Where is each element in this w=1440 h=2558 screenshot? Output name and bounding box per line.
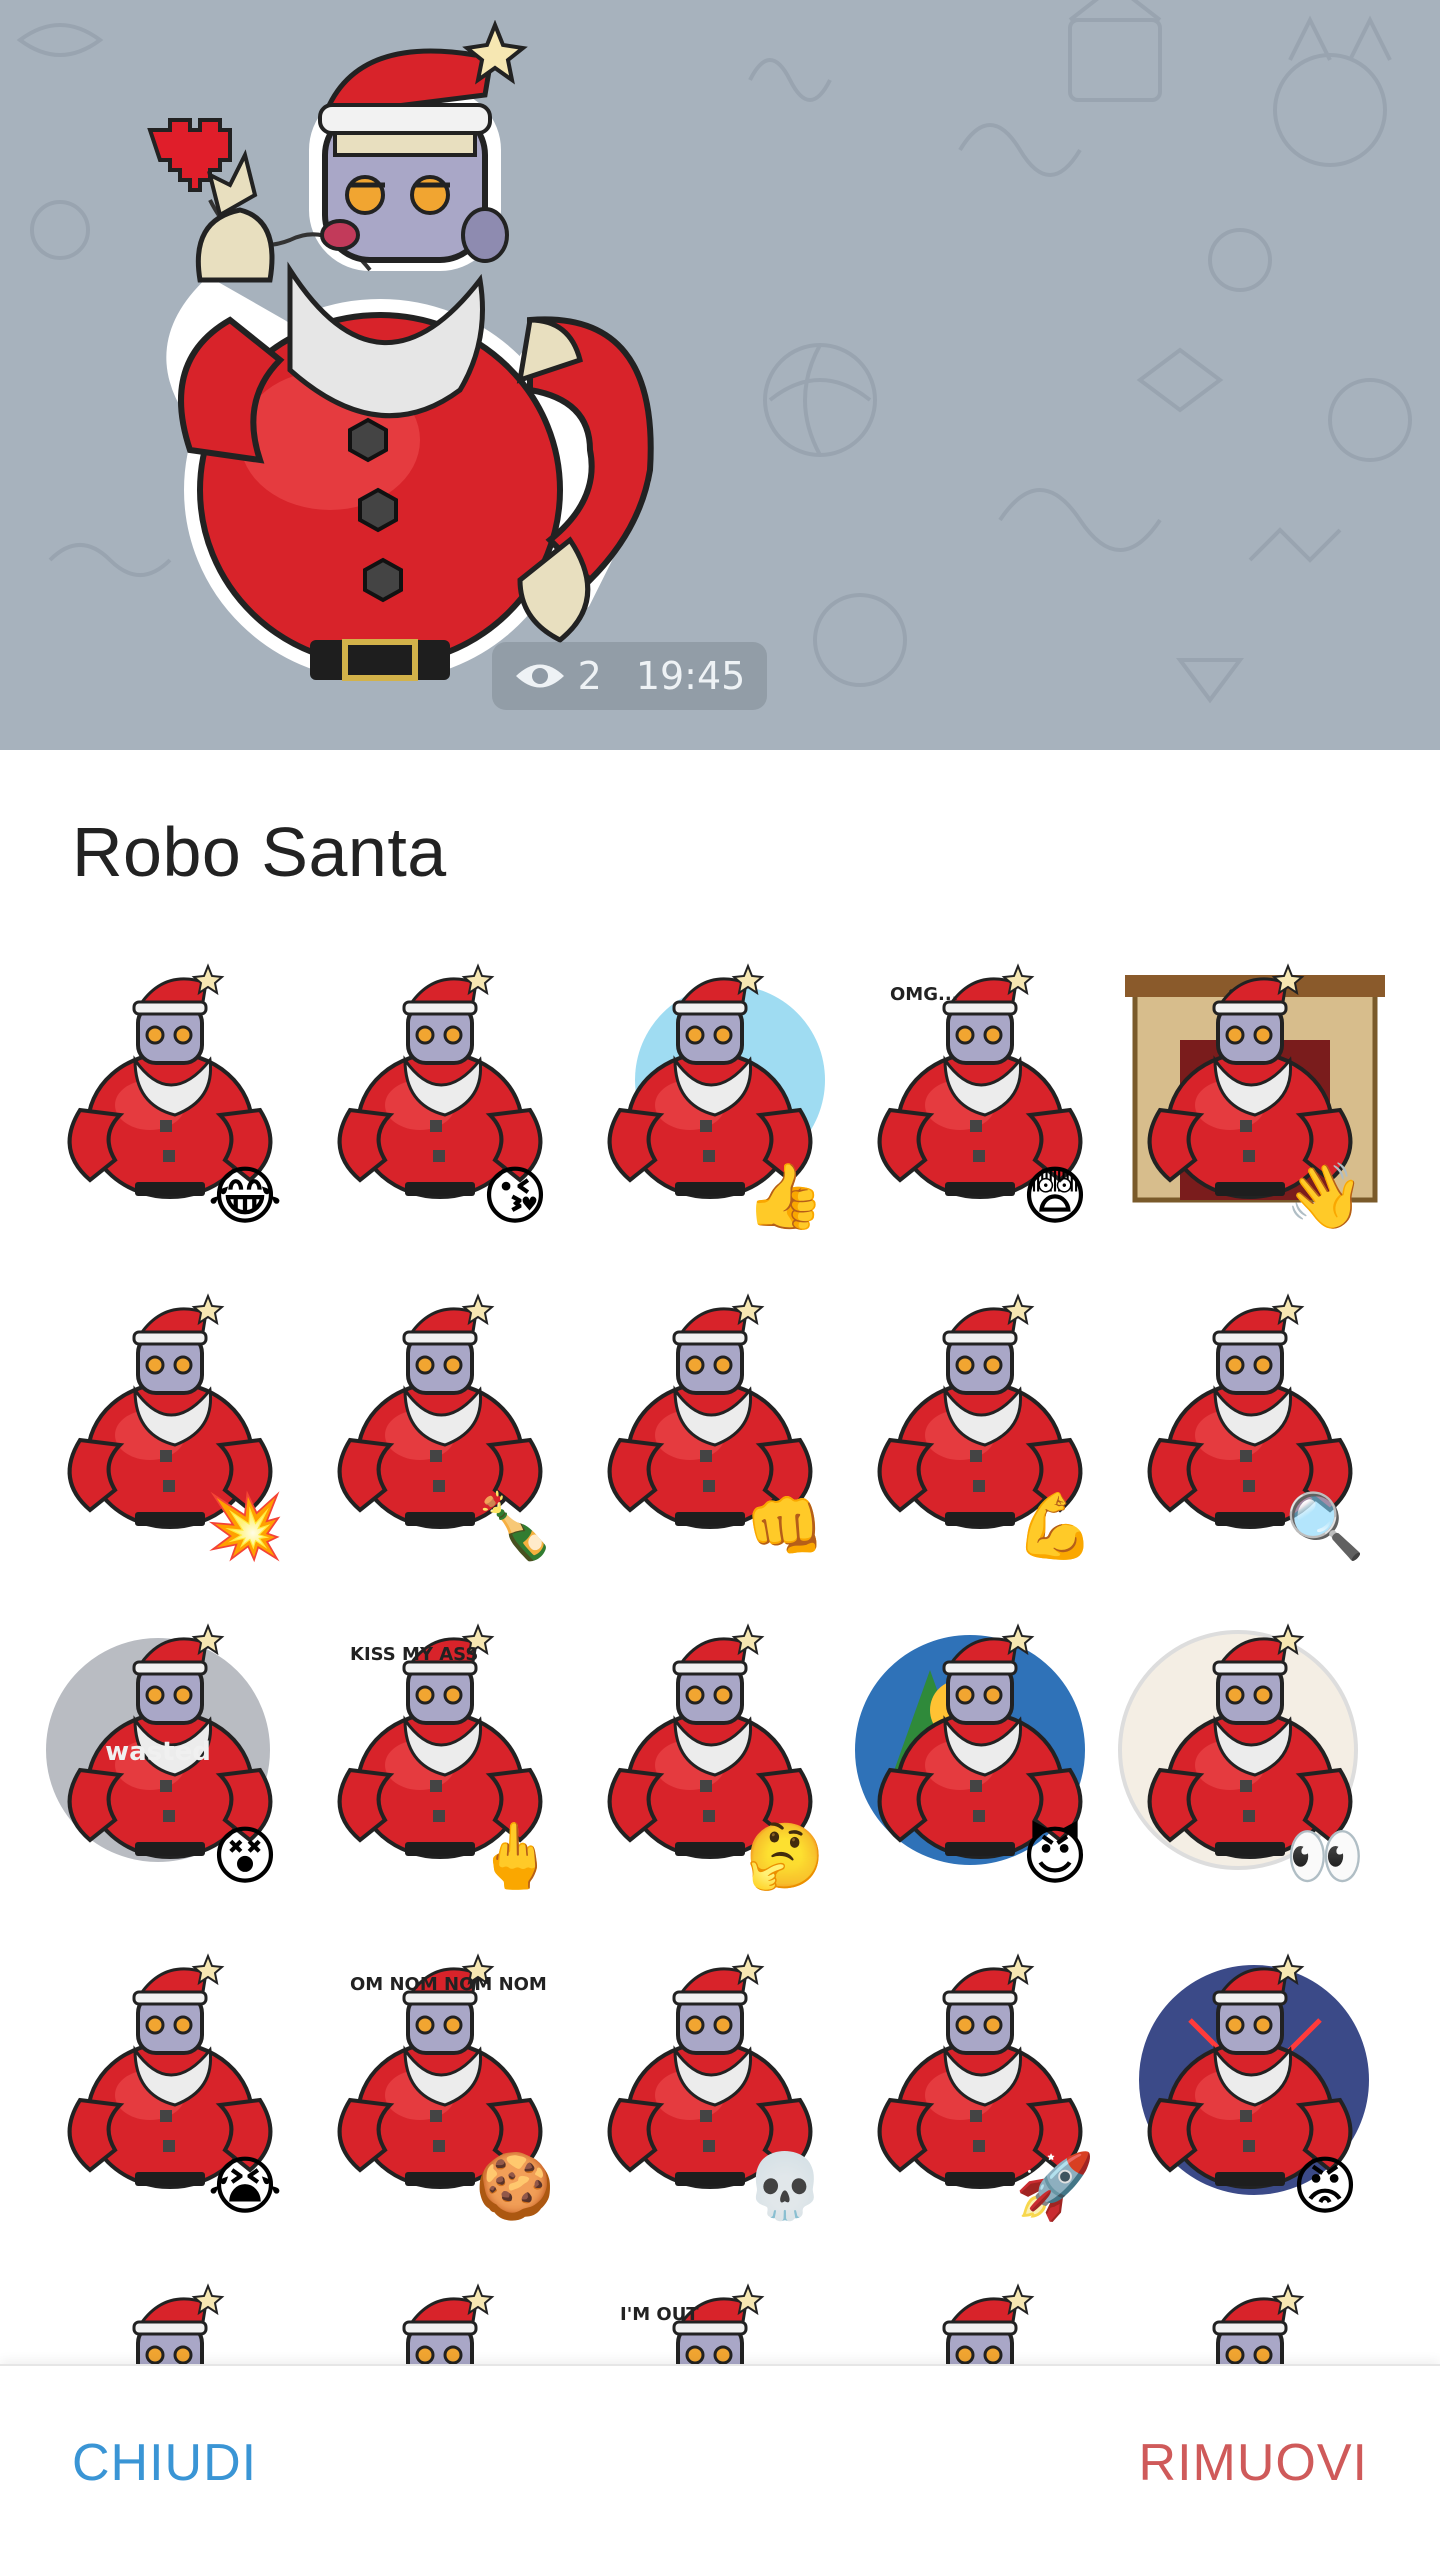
sticker-emoji-cookies: 🍪 [475, 2150, 555, 2224]
sticker-art: 👍 [607, 963, 825, 1234]
sticker-art: 🚀 [877, 1953, 1095, 2224]
sticker-emoji-kiss: 😘 [482, 1160, 549, 1234]
sticker-emoji-angry-lasers: 😡 [1292, 2150, 1359, 2224]
sticker-waving-fireplace[interactable]: 👋 [1120, 960, 1388, 1234]
sticker-pack-sheet: Robo Santa 😂 😘 👍 OMG... 😨 👋 💥 🍾 👊 💪 🔍 wa… [0, 750, 1440, 2558]
sticker-emoji-muscle-pump: 💪 [1015, 1490, 1095, 1564]
sticker-emoji-kiss-my-ass: 🖕 [475, 1820, 555, 1894]
message-time: 19:45 [635, 654, 746, 698]
sticker-devil-tree-fire[interactable]: 😈 [849, 1620, 1118, 1894]
sticker-art: 😈 [849, 1623, 1091, 1894]
sticker-art: wasted 😵 [40, 1623, 278, 1894]
sticker-art: 😡 [1133, 1953, 1375, 2224]
sticker-muscle-pump[interactable]: 💪 [850, 1290, 1118, 1564]
sticker-art: 🤔 [607, 1623, 825, 1894]
sticker-pack-title: Robo Santa [72, 813, 447, 891]
sticker-emoji-fearful: 😨 [1022, 1160, 1089, 1234]
sticker-art: 🔍 [1147, 1293, 1365, 1564]
sticker-art: 💀 [607, 1953, 825, 2224]
svg-text:I'M OUT: I'M OUT [620, 2304, 699, 2325]
sticker-emoji-rocket: 🚀 [1015, 2150, 1095, 2224]
message-meta: 2 19:45 [492, 642, 767, 710]
sticker-emoji-laughing: 😂 [208, 1160, 283, 1234]
sticker-explosion[interactable]: 💥 [40, 1290, 308, 1564]
close-button[interactable]: CHIUDI [52, 2366, 277, 2558]
sticker-wasted[interactable]: wasted 😵 [40, 1620, 308, 1894]
sticker-emoji-wasted: 😵 [212, 1820, 279, 1894]
sticker-emoji-drunk: 🍾 [475, 1490, 555, 1564]
chat-background: 2 19:45 [0, 0, 1440, 750]
sticker-peeking[interactable]: 👀 [1118, 1620, 1388, 1894]
sticker-fearful[interactable]: OMG... 😨 [850, 960, 1118, 1234]
sticker-angry-lasers[interactable]: 😡 [1120, 1950, 1388, 2224]
eye-icon [515, 664, 564, 688]
svg-text:KISS MY ASS: KISS MY ASS [350, 1644, 478, 1665]
sticker-binoculars[interactable]: 🔍 [1120, 1290, 1388, 1564]
sticker-punch[interactable]: 👊 [580, 1290, 848, 1564]
sticker-emoji-waving-fireplace: 👋 [1285, 1160, 1365, 1234]
sticker-laughing[interactable]: 😂 [40, 960, 308, 1234]
sticker-art: KISS MY ASS 🖕 [337, 1623, 555, 1894]
sticker-art: 🍾 [337, 1293, 555, 1564]
svg-text:OMG...: OMG... [890, 984, 959, 1005]
sticker-art: OMG... 😨 [877, 963, 1088, 1234]
sticker-crying-puddle[interactable]: 😭 [40, 1950, 308, 2224]
sticker-drunk[interactable]: 🍾 [310, 1290, 578, 1564]
sticker-emoji-punch: 👊 [745, 1490, 825, 1564]
sticker-cookies[interactable]: OM NOM NOM NOM 🍪 [310, 1950, 578, 2224]
sticker-rocket[interactable]: 🚀 [850, 1950, 1118, 2224]
sticker-art: 💪 [877, 1293, 1095, 1564]
sticker-thinking[interactable]: 🤔 [580, 1620, 848, 1894]
sticker-art: 😘 [337, 963, 548, 1234]
sticker-art: OM NOM NOM NOM 🍪 [337, 1953, 555, 2224]
sticker-art: 😭 [67, 1953, 282, 2224]
sticker-emoji-explosion: 💥 [205, 1490, 285, 1564]
svg-text:wasted: wasted [105, 1737, 211, 1767]
sheet-footer: CHIUDI RIMUOVI [0, 2364, 1440, 2558]
sticker-emoji-skull-sword: 💀 [745, 2150, 825, 2224]
sticker-kiss-my-ass[interactable]: KISS MY ASS 🖕 [310, 1620, 578, 1894]
sticker-emoji-crying-puddle: 😭 [208, 2150, 283, 2224]
sticker-emoji-peeking: 👀 [1285, 1820, 1365, 1894]
sticker-kiss[interactable]: 😘 [310, 960, 578, 1234]
sent-sticker-robo-santa-kiss[interactable] [110, 20, 730, 710]
sticker-art: 👊 [607, 1293, 825, 1564]
sticker-emoji-binoculars: 🔍 [1285, 1486, 1365, 1564]
sticker-art: 👋 [1125, 963, 1385, 1234]
sticker-emoji-thumbs-up: 👍 [745, 1160, 825, 1234]
sticker-art: 😂 [67, 963, 282, 1234]
view-count: 2 [577, 654, 602, 698]
sticker-emoji-thinking: 🤔 [745, 1820, 825, 1894]
sticker-emoji-devil-tree-fire: 😈 [1022, 1820, 1089, 1894]
remove-pack-button[interactable]: RIMUOVI [1119, 2366, 1388, 2558]
sticker-art: 👀 [1118, 1623, 1365, 1894]
sticker-skull-sword[interactable]: 💀 [580, 1950, 848, 2224]
sticker-thumbs-up[interactable]: 👍 [580, 960, 848, 1234]
sticker-art: 💥 [67, 1293, 285, 1564]
svg-text:OM NOM NOM NOM: OM NOM NOM NOM [350, 1974, 547, 1995]
